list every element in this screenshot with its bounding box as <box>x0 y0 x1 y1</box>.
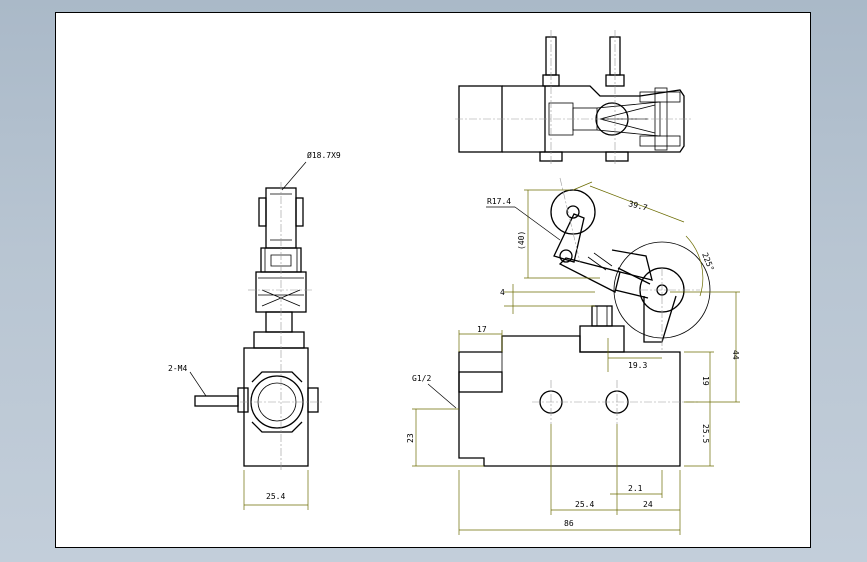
dimension-lines <box>243 181 740 535</box>
right-19-dim: 19 <box>701 376 710 386</box>
width-side-dim: 25.4 <box>266 492 285 501</box>
roller-callout: Ø18.7X9 <box>307 150 341 160</box>
engineering-drawing: Ø18.7X9 2-M4 25.4 R17.4 39.7 (40) 225° 4… <box>168 30 740 535</box>
front-view <box>458 177 711 467</box>
right-25-5-dim: 25.5 <box>701 424 710 443</box>
paren-40-dim: (40) <box>517 231 526 250</box>
top-view <box>455 30 692 166</box>
bottom-2-1-dim: 2.1 <box>628 484 643 493</box>
thread-callout: 2-M4 <box>168 364 187 373</box>
radius-callout: R17.4 <box>487 197 511 206</box>
top-17-dim: 17 <box>477 325 487 334</box>
right-44-dim: 44 <box>731 350 740 360</box>
arm-length-dim: 39.7 <box>628 199 649 212</box>
side-view <box>194 182 322 472</box>
port-callout: G1/2 <box>412 374 431 383</box>
offset-4-dim: 4 <box>500 288 505 297</box>
right-19-3-dim: 19.3 <box>628 361 647 370</box>
bottom-25-4-dim: 25.4 <box>575 500 594 509</box>
bottom-24-dim: 24 <box>643 500 653 509</box>
bottom-86-dim: 86 <box>564 519 574 528</box>
left-23-dim: 23 <box>406 433 415 443</box>
